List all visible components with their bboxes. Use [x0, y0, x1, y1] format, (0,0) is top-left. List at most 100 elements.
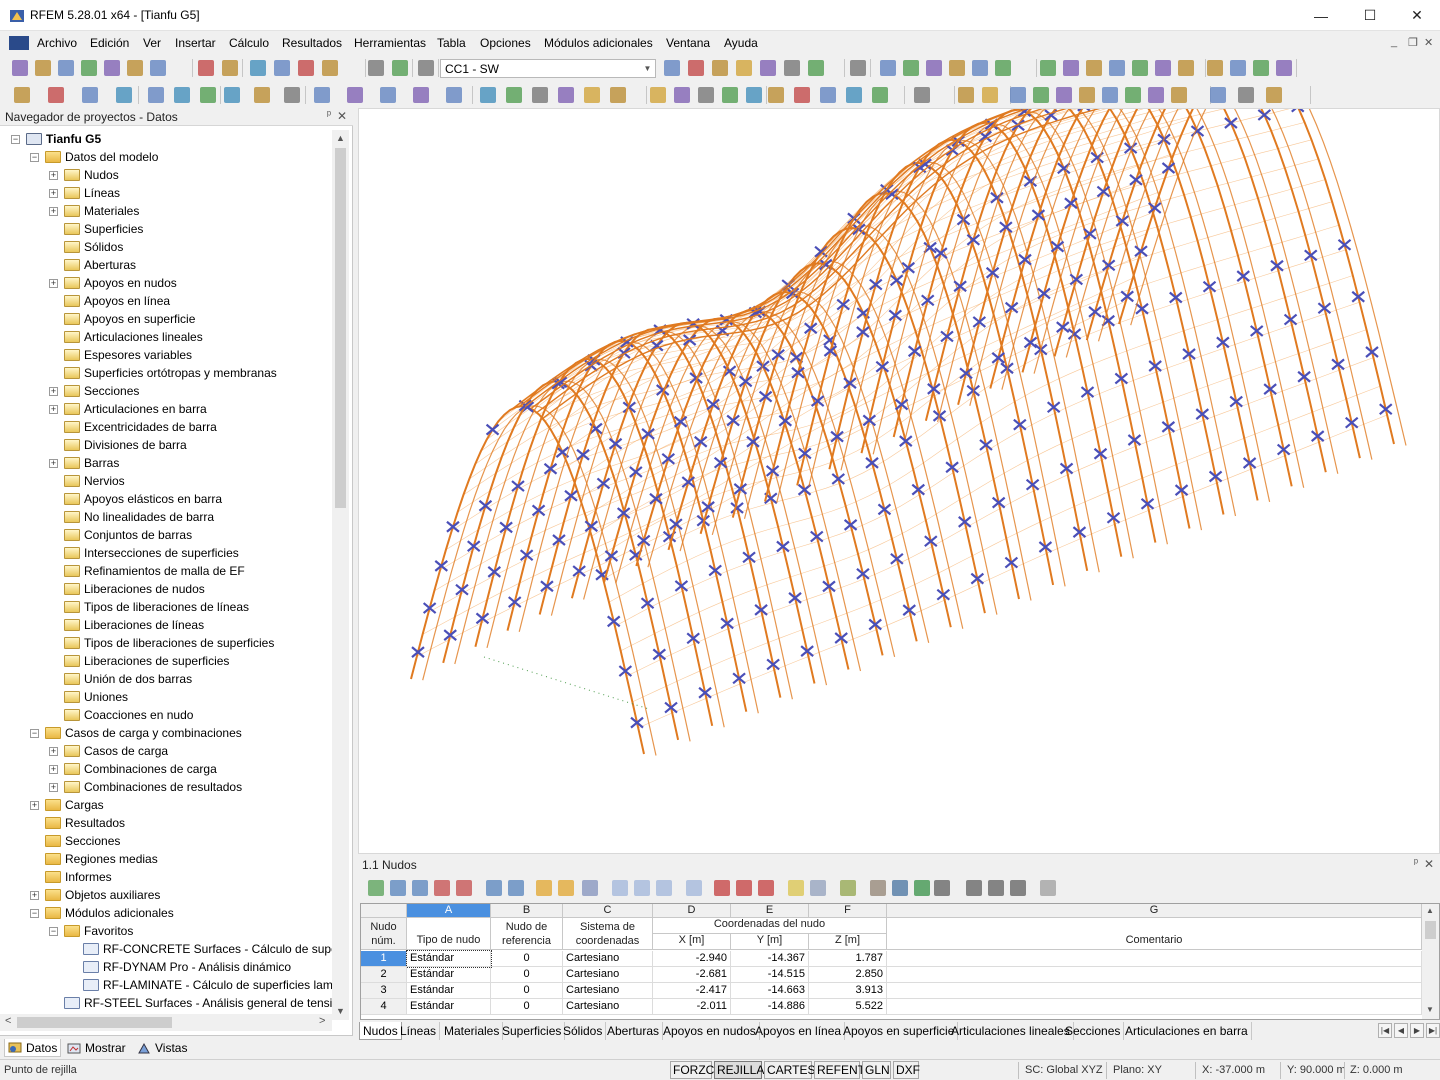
scroll-down-icon[interactable]: ▼ [1426, 1005, 1434, 1014]
zoom-icon[interactable] [224, 87, 240, 103]
node-icon[interactable] [314, 87, 330, 103]
comentario-cell[interactable] [887, 967, 1422, 983]
col-letter-a[interactable]: A [407, 904, 491, 918]
table-tool-icon[interactable] [634, 880, 650, 896]
line-icon[interactable] [347, 87, 363, 103]
table-tab[interactable]: Sólidos [560, 1022, 607, 1040]
y-cell[interactable]: -14.367 [731, 951, 809, 967]
tree-item[interactable]: Intersecciones de superficies [49, 544, 239, 562]
mdi-close-button[interactable]: ✕ [1424, 36, 1433, 49]
render-icon[interactable] [284, 87, 300, 103]
tree-item[interactable]: Conjuntos de barras [49, 526, 192, 544]
toggle-dxf[interactable]: DXF [893, 1061, 920, 1079]
tipo-cell[interactable]: Estándar [406, 950, 492, 968]
render-icon[interactable] [846, 87, 862, 103]
tree-item[interactable]: Informes [30, 868, 112, 886]
print-icon[interactable] [698, 87, 714, 103]
load-icon[interactable] [1010, 87, 1026, 103]
expand-icon[interactable]: + [49, 170, 58, 180]
view-icon[interactable] [254, 87, 270, 103]
tree-item[interactable]: + Casos de carga [49, 742, 168, 760]
menu-tabla[interactable]: Tabla [437, 36, 466, 50]
support-icon[interactable] [413, 87, 429, 103]
menu-modulos-adicionales[interactable]: Módulos adicionales [544, 36, 653, 50]
new-icon[interactable] [610, 87, 626, 103]
menu-ayuda[interactable]: Ayuda [724, 36, 758, 50]
tree-item[interactable]: No linealidades de barra [49, 508, 214, 526]
mdi-restore-button[interactable]: ❐ [1408, 36, 1418, 49]
member-icon[interactable] [1086, 60, 1102, 76]
model-3d-view[interactable] [358, 46, 1440, 854]
row-number-cell[interactable]: 4 [361, 999, 407, 1015]
tree-item[interactable]: Resultados [30, 814, 125, 832]
load-icon[interactable] [1132, 60, 1148, 76]
table-tool-icon[interactable] [810, 880, 826, 896]
table-tool-icon[interactable] [892, 880, 908, 896]
settings-icon[interactable] [712, 60, 728, 76]
tab-vistas[interactable]: Vistas [137, 1039, 187, 1057]
menu-archivo[interactable]: Archivo [37, 36, 77, 50]
load-icon[interactable] [392, 60, 408, 76]
settings-icon[interactable] [1102, 87, 1118, 103]
redo-icon[interactable] [127, 60, 143, 76]
menu-calculo[interactable]: Cálculo [229, 36, 269, 50]
table-tab[interactable]: Líneas [397, 1022, 441, 1040]
tree-item[interactable]: − Tianfu G5 [11, 130, 101, 148]
filter-icon[interactable] [1125, 87, 1141, 103]
table-tool-icon[interactable] [582, 880, 598, 896]
table-tool-icon[interactable] [536, 880, 552, 896]
z-cell[interactable]: 5.522 [809, 999, 887, 1015]
render-icon[interactable] [250, 60, 266, 76]
table-tab[interactable]: Materiales [441, 1022, 504, 1040]
node-icon[interactable] [1040, 60, 1056, 76]
tree-item[interactable]: + Apoyos en nudos [49, 274, 177, 292]
expand-icon[interactable]: + [49, 188, 58, 198]
select-icon[interactable] [200, 87, 216, 103]
tree-item[interactable]: RF-DYNAM Pro - Análisis dinámico [68, 958, 291, 976]
menu-ventana[interactable]: Ventana [666, 36, 710, 50]
tree-item[interactable]: Espesores variables [49, 346, 192, 364]
new-icon[interactable] [12, 60, 28, 76]
menu-insertar[interactable]: Insertar [175, 36, 216, 50]
calculate-icon[interactable] [1155, 60, 1171, 76]
tree-item[interactable]: Nervios [49, 472, 125, 490]
x-cell[interactable]: -2.940 [653, 951, 731, 967]
close-icon[interactable]: ✕ [1424, 857, 1434, 871]
x-cell[interactable]: -2.681 [653, 967, 731, 983]
expand-icon[interactable]: + [49, 206, 58, 216]
table-tool-icon[interactable] [758, 880, 774, 896]
scroll-thumb[interactable] [1425, 921, 1436, 939]
tree-item[interactable]: + Nudos [49, 166, 119, 184]
print-icon[interactable] [116, 87, 132, 103]
line-icon[interactable] [1063, 60, 1079, 76]
tree-item[interactable]: Liberaciones de superficies [49, 652, 229, 670]
member-icon[interactable] [322, 60, 338, 76]
z-cell[interactable]: 3.913 [809, 983, 887, 999]
print-icon[interactable] [850, 60, 866, 76]
menu-resultados[interactable]: Resultados [282, 36, 342, 50]
expand-icon[interactable]: + [49, 458, 58, 468]
open-icon[interactable] [650, 87, 666, 103]
table-tab[interactable]: Secciones [1062, 1022, 1125, 1040]
y-cell[interactable]: -14.663 [731, 983, 809, 999]
table-tool-icon[interactable] [434, 880, 450, 896]
zoom-icon[interactable] [794, 87, 810, 103]
save-icon[interactable] [58, 60, 74, 76]
table-icon[interactable] [532, 87, 548, 103]
toggle-gln[interactable]: GLN [862, 1061, 891, 1079]
table-tool-icon[interactable] [1010, 880, 1026, 896]
calculate-icon[interactable] [1033, 87, 1049, 103]
tree-item[interactable]: + Articulaciones en barra [49, 400, 207, 418]
table-tool-icon[interactable] [456, 880, 472, 896]
open-icon[interactable] [1171, 87, 1187, 103]
expand-icon[interactable]: + [49, 764, 58, 774]
col-letter-c[interactable]: C [563, 904, 653, 918]
table-tab[interactable]: Articulaciones lineales [948, 1022, 1074, 1040]
tree-item[interactable]: Regiones medias [30, 850, 158, 868]
tree-item[interactable]: Refinamientos de malla de EF [49, 562, 245, 580]
tree-item[interactable]: Divisiones de barra [49, 436, 187, 454]
toggle-refent[interactable]: REFENT [814, 1061, 865, 1079]
table-tool-icon[interactable] [612, 880, 628, 896]
view-icon[interactable] [972, 60, 988, 76]
menu-opciones[interactable]: Opciones [480, 36, 531, 50]
